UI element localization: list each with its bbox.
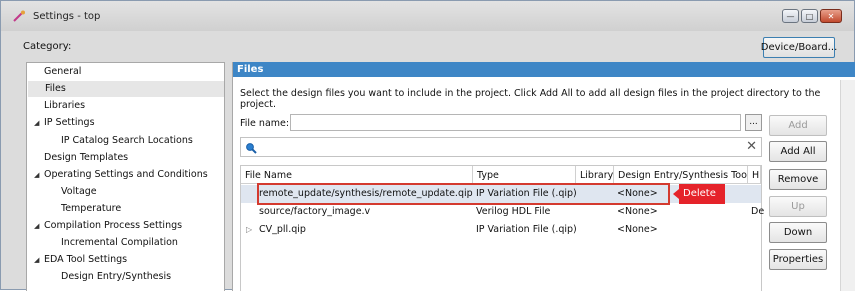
table-row[interactable]: source/factory_image.v Verilog HDL File … <box>241 203 765 221</box>
sidebar-item-label: IP Settings <box>44 117 95 128</box>
device-board-button[interactable]: Device/Board... <box>761 37 837 58</box>
table-row[interactable]: ▷ CV_pll.qip IP Variation File (.qip) <N… <box>241 221 761 239</box>
sidebar-item-label: Libraries <box>44 100 86 111</box>
files-panel: Files Select the design files you want t… <box>232 62 855 291</box>
category-label: Category: <box>23 41 72 52</box>
sidebar-item-label: Incremental Compilation <box>61 237 178 248</box>
sidebar-item-temperature[interactable]: Temperature <box>61 201 121 217</box>
column-header-tool[interactable]: Design Entry/Synthesis Tool <box>614 166 748 184</box>
column-header-file-name[interactable]: File Name <box>241 166 473 184</box>
category-tree: General Files Libraries ◢ IP Settings IP… <box>26 62 225 291</box>
sidebar-item-ip-catalog[interactable]: IP Catalog Search Locations <box>61 133 193 149</box>
column-header-library[interactable]: Library <box>576 166 614 184</box>
column-header-hdl[interactable]: HD <box>748 166 761 184</box>
sidebar-item-design-entry-synthesis[interactable]: Design Entry/Synthesis <box>61 269 171 285</box>
sidebar-item-general[interactable]: General <box>44 64 81 80</box>
sidebar-item-label: Operating Settings and Conditions <box>44 169 208 180</box>
sidebar-item-label: General <box>44 66 82 77</box>
browse-button[interactable]: ... <box>745 114 762 131</box>
maximize-icon: □ <box>805 11 814 21</box>
expand-triangle-icon[interactable]: ◢ <box>34 256 39 264</box>
minimize-button[interactable]: — <box>782 9 799 23</box>
vertical-scrollbar[interactable] <box>840 80 855 291</box>
sidebar-item-eda-tool-settings[interactable]: EDA Tool Settings <box>44 252 127 268</box>
sidebar-item-design-templates[interactable]: Design Templates <box>44 150 128 166</box>
title-bar: Settings - top — □ ✕ <box>1 1 854 31</box>
file-name-cell: remote_update/synthesis/remote_update.qi… <box>259 188 473 199</box>
tool-cell: <None> <box>617 224 658 235</box>
expand-triangle-icon[interactable]: ◢ <box>34 171 39 179</box>
close-button[interactable]: ✕ <box>820 9 842 23</box>
callout-label: Delete <box>679 184 725 204</box>
sidebar-item-label: Voltage <box>61 186 97 197</box>
settings-window: Settings - top — □ ✕ Category: Device/Bo… <box>0 0 855 291</box>
add-all-button[interactable]: Add All <box>769 141 827 162</box>
sidebar-item-ip-settings[interactable]: IP Settings <box>44 115 95 131</box>
sidebar-item-files[interactable]: Files <box>28 81 224 97</box>
down-button[interactable]: Down <box>769 222 827 243</box>
close-icon: ✕ <box>827 11 835 21</box>
hdl-cell: De <box>751 206 765 217</box>
panel-title: Files <box>233 62 855 77</box>
instructions-text: Select the design files you want to incl… <box>240 88 821 110</box>
sidebar-item-label: Temperature <box>61 203 122 214</box>
sidebar-item-label: Design Templates <box>44 152 129 163</box>
sidebar-item-compilation-process[interactable]: Compilation Process Settings <box>44 218 182 234</box>
tool-cell: <None> <box>617 188 658 199</box>
column-header-type[interactable]: Type <box>473 166 576 184</box>
sidebar-item-label: Files <box>45 83 66 94</box>
file-name-label: File name: <box>240 118 290 129</box>
expand-arrow-icon[interactable]: ▷ <box>246 221 252 239</box>
expand-triangle-icon[interactable]: ◢ <box>34 222 39 230</box>
file-name-cell: CV_pll.qip <box>259 224 306 235</box>
file-name-input[interactable] <box>290 114 741 131</box>
sidebar-item-label: EDA Tool Settings <box>44 254 128 265</box>
minimize-icon: — <box>786 11 795 21</box>
clear-icon[interactable]: ✕ <box>746 139 757 154</box>
type-cell: Verilog HDL File <box>476 206 551 217</box>
sidebar-item-label: Compilation Process Settings <box>44 220 183 231</box>
remove-button[interactable]: Remove <box>769 169 827 190</box>
type-cell: IP Variation File (.qip) <box>476 224 577 235</box>
files-table: File Name Type Library Design Entry/Synt… <box>240 165 765 291</box>
window-controls: — □ ✕ <box>782 9 842 23</box>
sidebar-item-operating-settings[interactable]: Operating Settings and Conditions <box>44 167 208 183</box>
properties-button[interactable]: Properties <box>769 249 827 270</box>
type-cell: IP Variation File (.qip) <box>476 188 577 199</box>
up-button[interactable]: Up <box>769 196 827 217</box>
add-button[interactable]: Add <box>769 115 827 136</box>
expand-triangle-icon[interactable]: ◢ <box>34 119 39 127</box>
sidebar-item-voltage[interactable]: Voltage <box>61 184 97 200</box>
sidebar-item-label: Design Entry/Synthesis <box>61 271 172 282</box>
search-icon <box>246 143 257 154</box>
sidebar-item-incremental-compilation[interactable]: Incremental Compilation <box>61 235 178 251</box>
maximize-button[interactable]: □ <box>801 9 818 23</box>
app-icon <box>13 10 25 22</box>
file-name-cell: source/factory_image.v <box>259 206 371 217</box>
search-input[interactable]: ✕ <box>240 137 762 157</box>
sidebar-item-libraries[interactable]: Libraries <box>44 98 85 114</box>
window-title: Settings - top <box>33 11 101 22</box>
sidebar-item-label: IP Catalog Search Locations <box>61 135 193 146</box>
tool-cell: <None> <box>617 206 658 217</box>
